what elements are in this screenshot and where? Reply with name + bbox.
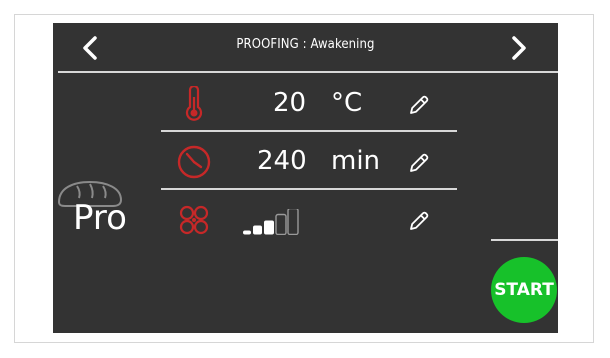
clock-icon [177, 145, 211, 179]
fan-level-indicator [243, 209, 299, 235]
fan-level-bar-active [243, 230, 251, 235]
time-unit: min [331, 146, 381, 176]
fan-row[interactable] [161, 192, 457, 250]
fan-level-bar-active [253, 225, 262, 235]
fan-level-bar-active [264, 220, 274, 235]
start-divider [491, 239, 558, 241]
chevron-left-icon[interactable] [75, 33, 105, 63]
edit-fan-icon[interactable] [407, 209, 431, 233]
temperature-row[interactable]: 20 °C [161, 76, 457, 134]
thermometer-icon [185, 86, 203, 121]
chevron-right-icon[interactable] [504, 33, 534, 63]
control-panel-screen: PROOFING : Awakening 20 °C 240 min Pro S… [53, 23, 558, 333]
header-divider [58, 71, 558, 73]
temperature-value: 20 [273, 88, 307, 118]
fan-level-bar-inactive [287, 209, 299, 235]
edit-temperature-icon[interactable] [407, 93, 431, 117]
time-value: 240 [257, 146, 307, 176]
row-divider [161, 130, 457, 132]
program-title: PROOFING : Awakening [236, 37, 375, 52]
temperature-unit: °C [331, 88, 363, 118]
row-divider [161, 188, 457, 190]
fan-level-bar-inactive [275, 213, 287, 235]
start-button[interactable]: START [491, 257, 557, 323]
fan-icon [179, 205, 209, 235]
mode-label: Pro [73, 198, 127, 238]
time-row[interactable]: 240 min [161, 134, 457, 192]
edit-time-icon[interactable] [407, 151, 431, 175]
